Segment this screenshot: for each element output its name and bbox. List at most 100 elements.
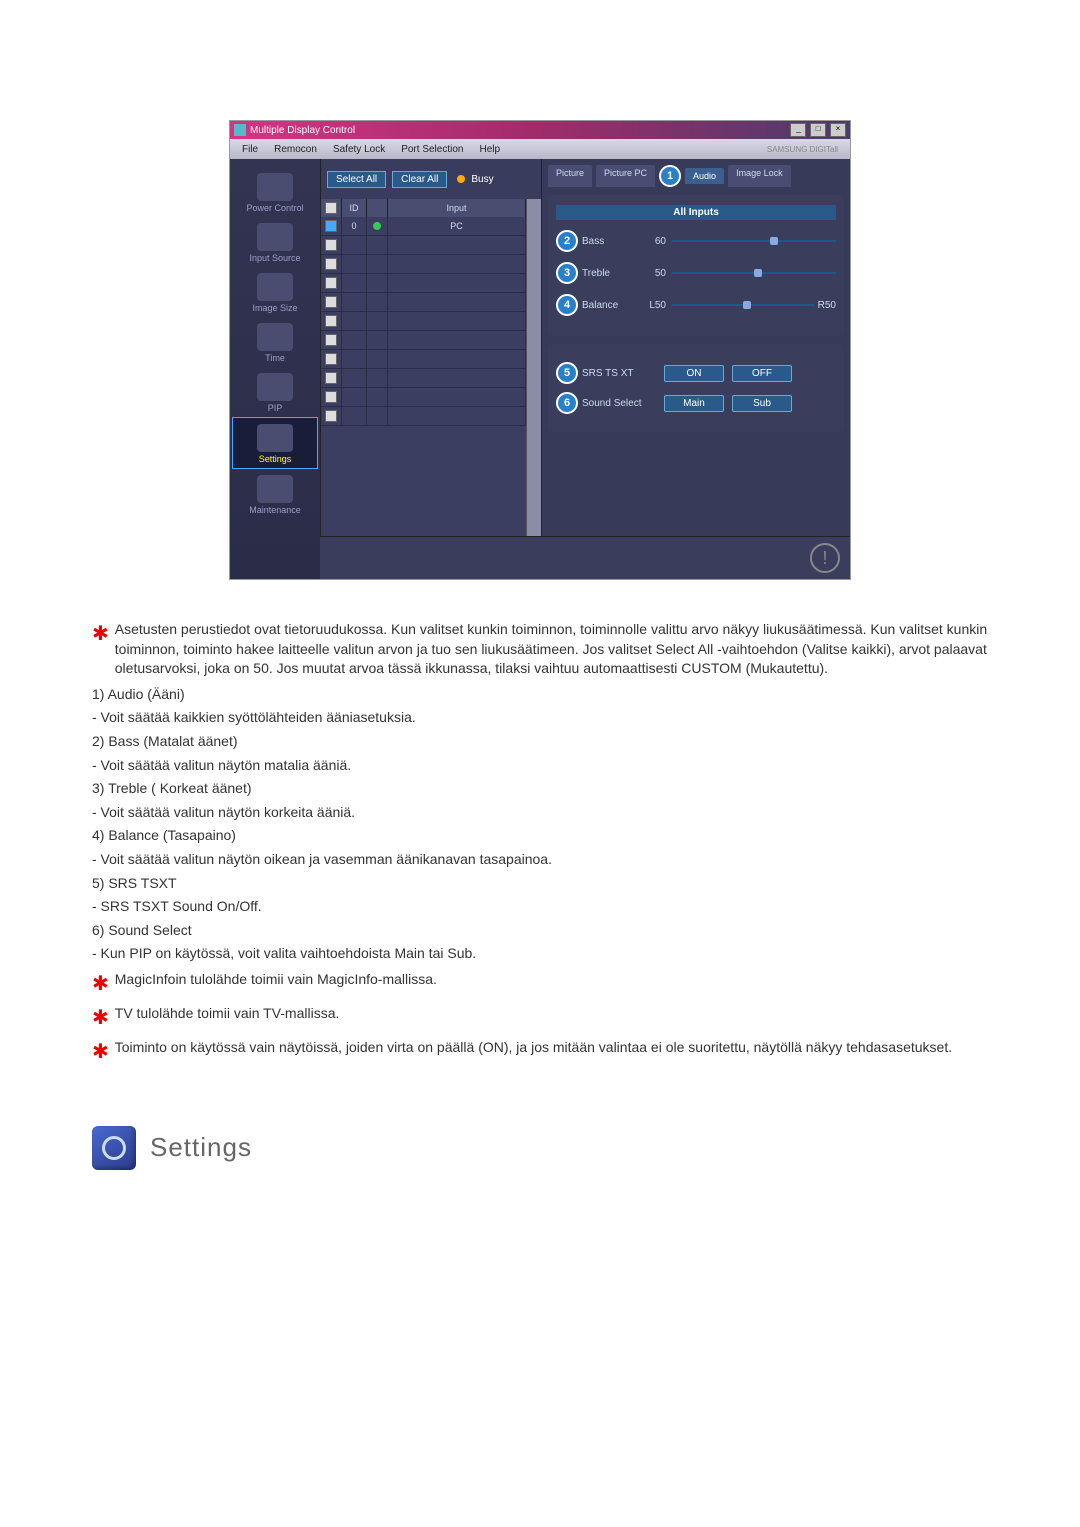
note-row: ✱Toiminto on käytössä vain näytöissä, jo… [92, 1038, 988, 1066]
slider-row: 2 Bass60 [556, 230, 836, 252]
badge-6: 6 [556, 392, 578, 414]
slider-row: 4BalanceL50R50 [556, 294, 836, 316]
table-row[interactable] [321, 274, 526, 293]
row-checkbox[interactable] [325, 353, 337, 365]
time-icon [257, 323, 293, 351]
table-row[interactable] [321, 236, 526, 255]
row-checkbox[interactable] [325, 277, 337, 289]
slider-label: Balance [582, 300, 636, 311]
sidebar-item-image-size[interactable]: Image Size [230, 267, 320, 317]
option-on-button[interactable]: ON [664, 365, 724, 382]
description-text: ✱ Asetusten perustiedot ovat tietoruuduk… [92, 620, 988, 1066]
button-row-label: Sound Select [582, 398, 660, 409]
input-source-icon [257, 223, 293, 251]
table-row[interactable] [321, 388, 526, 407]
tab-picture-pc[interactable]: Picture PC [596, 165, 655, 187]
balance-slider[interactable] [672, 304, 814, 306]
note-row: ✱TV tulolähde toimii vain TV-mallissa. [92, 1004, 988, 1032]
row-checkbox[interactable] [325, 239, 337, 251]
button-row-label: SRS TS XT [582, 368, 660, 379]
sidebar-item-power-control[interactable]: Power Control [230, 167, 320, 217]
table-row[interactable] [321, 369, 526, 388]
row-id: 0 [342, 217, 367, 235]
slider-label: Bass [582, 236, 636, 247]
button-row: 5 SRS TS XT ON OFF [556, 362, 836, 384]
badge-3: 3 [556, 262, 578, 284]
app-icon [234, 124, 246, 136]
header-id: ID [342, 199, 367, 217]
sliders-panel: All Inputs 2Bass603Treble504BalanceL50R5… [548, 195, 844, 336]
list-item-title: 2) Bass (Matalat äänet) [92, 732, 988, 752]
sidebar-item-settings[interactable]: Settings [232, 417, 318, 469]
table-row[interactable]: 0 PC [321, 217, 526, 236]
slider-label: Treble [582, 268, 636, 279]
star-icon: ✱ [92, 620, 109, 679]
tab-image-lock[interactable]: Image Lock [728, 165, 791, 187]
row-checkbox[interactable] [325, 334, 337, 346]
sidebar-item-time[interactable]: Time [230, 317, 320, 367]
tab-picture[interactable]: Picture [548, 165, 592, 187]
menu-help[interactable]: Help [471, 144, 508, 155]
menu-safety-lock[interactable]: Safety Lock [325, 144, 393, 155]
section-header: Settings [92, 1126, 1000, 1170]
table-row[interactable] [321, 350, 526, 369]
tab-audio[interactable]: Audio [685, 168, 724, 184]
row-checkbox[interactable] [325, 410, 337, 422]
close-icon[interactable]: × [830, 123, 846, 137]
row-checkbox[interactable] [325, 220, 337, 232]
option-sub-button[interactable]: Sub [732, 395, 792, 412]
option-main-button[interactable]: Main [664, 395, 724, 412]
list-item-title: 1) Audio (Ääni) [92, 685, 988, 705]
sidebar-item-input-source[interactable]: Input Source [230, 217, 320, 267]
brand-label: SAMSUNG DIGITall [508, 145, 846, 154]
table-row[interactable] [321, 331, 526, 350]
maintenance-icon [257, 475, 293, 503]
row-checkbox[interactable] [325, 315, 337, 327]
header-status-icon [367, 199, 388, 217]
tabs: Picture Picture PC 1Audio Image Lock [548, 165, 844, 187]
maximize-icon[interactable]: □ [810, 123, 826, 137]
menu-port-selection[interactable]: Port Selection [393, 144, 471, 155]
table-row[interactable] [321, 293, 526, 312]
row-checkbox[interactable] [325, 296, 337, 308]
settings-panel: Picture Picture PC 1Audio Image Lock All… [542, 159, 850, 536]
sidebar-item-maintenance[interactable]: Maintenance [230, 469, 320, 519]
window-controls[interactable]: _ □ × [789, 123, 846, 137]
treble-slider[interactable] [672, 272, 836, 274]
menu-remocon[interactable]: Remocon [266, 144, 325, 155]
star-icon: ✱ [92, 970, 109, 998]
badge-2: 2 [556, 230, 578, 252]
sidebar-item-pip[interactable]: PIP [230, 367, 320, 417]
settings-section-icon [92, 1126, 136, 1170]
buttons-panel: 5 SRS TS XT ON OFF 6 Sound Select Main Sub [548, 344, 844, 432]
clear-all-button[interactable]: Clear All [392, 171, 447, 188]
list-item-desc: - Kun PIP on käytössä, voit valita vaiht… [92, 944, 988, 964]
table-row[interactable] [321, 312, 526, 331]
badge-4: 4 [556, 294, 578, 316]
bass-slider[interactable] [672, 240, 836, 242]
grid-body: 0 PC [321, 217, 526, 536]
sidebar: Power Control Input Source Image Size Ti… [230, 159, 320, 579]
menubar: File Remocon Safety Lock Port Selection … [230, 139, 850, 159]
grid-scrollbar[interactable] [526, 199, 541, 536]
slider-value: 60 [636, 236, 666, 247]
app-window: Multiple Display Control _ □ × File Remo… [229, 120, 851, 580]
minimize-icon[interactable]: _ [790, 123, 806, 137]
star-icon: ✱ [92, 1004, 109, 1032]
section-title: Settings [150, 1132, 252, 1163]
badge-5: 5 [556, 362, 578, 384]
option-off-button[interactable]: OFF [732, 365, 792, 382]
grid-header: ID Input [321, 199, 526, 217]
list-item-desc: - Voit säätää valitun näytön korkeita ää… [92, 803, 988, 823]
table-row[interactable] [321, 407, 526, 426]
menu-file[interactable]: File [234, 144, 266, 155]
row-input: PC [388, 217, 526, 235]
header-checkbox[interactable] [325, 202, 337, 214]
row-checkbox[interactable] [325, 391, 337, 403]
row-checkbox[interactable] [325, 372, 337, 384]
list-item-desc: - Voit säätää valitun näytön oikean ja v… [92, 850, 988, 870]
select-all-button[interactable]: Select All [327, 171, 386, 188]
button-row: 6 Sound Select Main Sub [556, 392, 836, 414]
row-checkbox[interactable] [325, 258, 337, 270]
table-row[interactable] [321, 255, 526, 274]
